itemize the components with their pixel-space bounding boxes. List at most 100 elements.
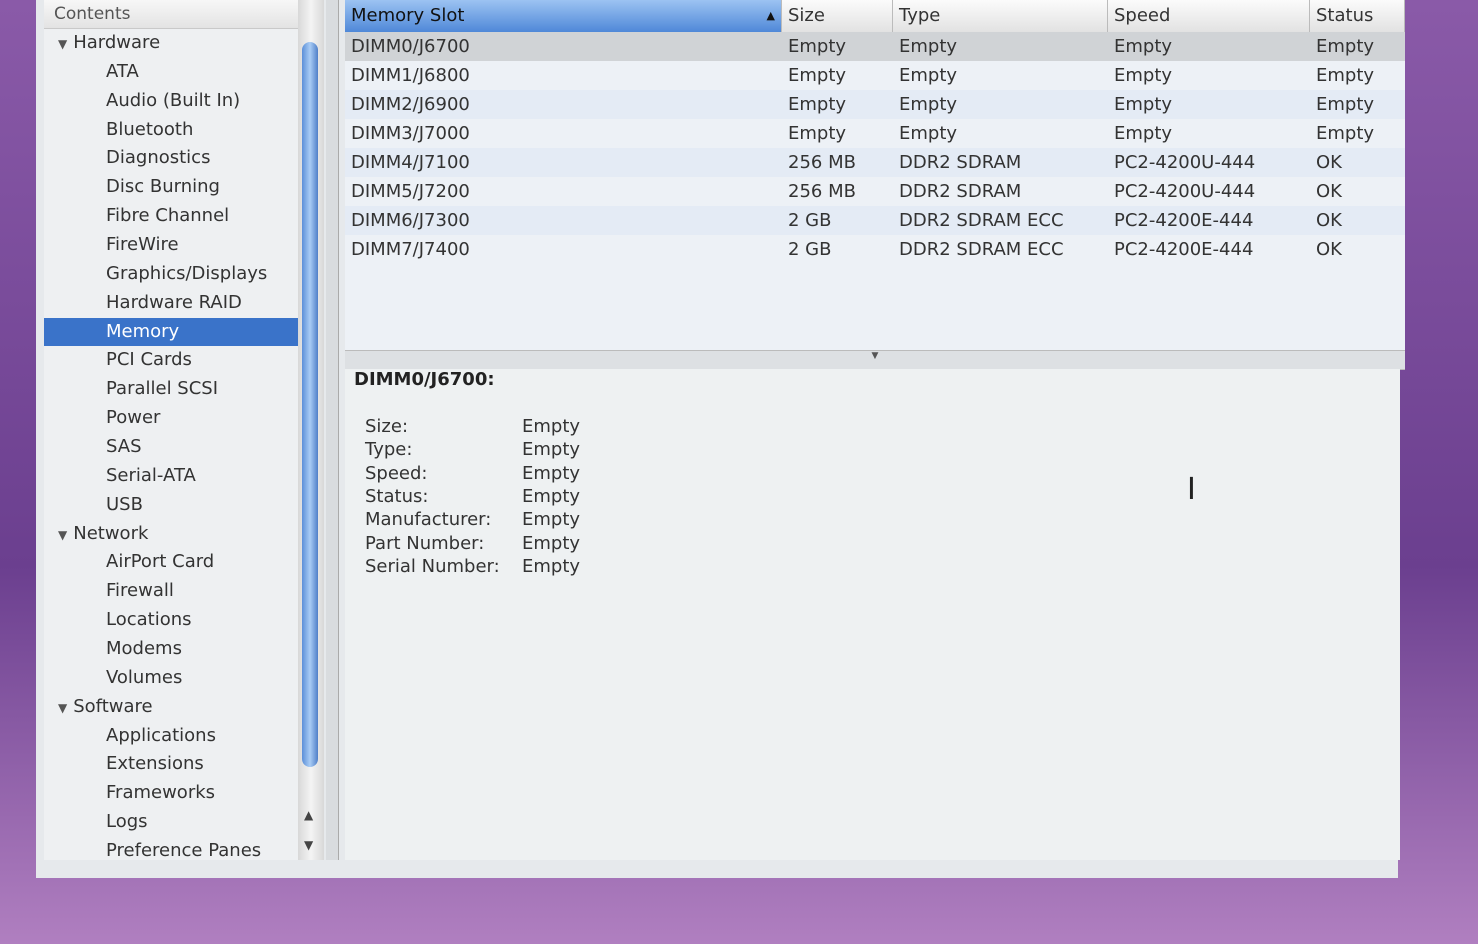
- detail-field-label: Speed:: [365, 462, 428, 484]
- system-profiler-window: Contents ▼ Hardware ATA Audio (Built In) Blu…: [36, 0, 1405, 878]
- table-cell: Empty: [788, 65, 847, 86]
- table-cell: DIMM6/J7300: [351, 210, 470, 231]
- sidebar-item-ata[interactable]: ATA: [44, 58, 298, 87]
- table-cell: PC2-4200U-444: [1114, 181, 1256, 202]
- table-cell: Empty: [1114, 94, 1173, 115]
- sidebar-item-frameworks[interactable]: Frameworks: [44, 779, 298, 808]
- sidebar-item-label: ATA: [106, 60, 139, 82]
- detail-field: Size: Empty: [365, 416, 580, 439]
- sidebar-item-preference-panes[interactable]: Preference Panes: [44, 837, 298, 860]
- sidebar-item-software[interactable]: ▼ Software: [44, 693, 298, 722]
- sidebar-item-power[interactable]: Power: [44, 404, 298, 433]
- sidebar-item-label: Diagnostics: [106, 147, 211, 169]
- table-cell: OK: [1316, 239, 1342, 260]
- disclosure-triangle-icon[interactable]: ▼: [58, 30, 67, 59]
- sidebar-item-volumes[interactable]: Volumes: [44, 664, 298, 693]
- sidebar-item-label: USB: [106, 493, 143, 515]
- sidebar-item-label: Serial-ATA: [106, 464, 196, 486]
- sidebar-item-disc-burning[interactable]: Disc Burning: [44, 173, 298, 202]
- sidebar-item-firewall[interactable]: Firewall: [44, 577, 298, 606]
- sidebar-item-memory[interactable]: Memory: [44, 317, 298, 347]
- sidebar-item-pci-cards[interactable]: PCI Cards: [44, 346, 298, 375]
- table-row[interactable]: DIMM4/J7100 256 MB DDR2 SDRAM PC2-4200U-444…: [345, 148, 1405, 177]
- table-cell: Empty: [1114, 65, 1173, 86]
- sidebar-item-locations[interactable]: Locations: [44, 606, 298, 635]
- sidebar-item-audio-built-in-[interactable]: Audio (Built In): [44, 87, 298, 116]
- table-row[interactable]: DIMM2/J6900 Empty Empty Empty Empty: [345, 90, 1405, 119]
- detail-field: Manufacturer: Empty: [365, 509, 580, 532]
- detail-field-label: Status:: [365, 485, 429, 507]
- sidebar-item-hardware[interactable]: ▼ Hardware: [44, 29, 298, 58]
- column-header-speed[interactable]: Speed: [1108, 0, 1310, 32]
- sidebar-item-label: Volumes: [106, 666, 183, 688]
- sidebar-item-hardware-raid[interactable]: Hardware RAID: [44, 289, 298, 318]
- column-header-status[interactable]: Status: [1310, 0, 1405, 32]
- detail-title: DIMM0/J6700:: [354, 369, 495, 390]
- sidebar-item-label: SAS: [106, 436, 142, 458]
- sidebar-item-graphics-displays[interactable]: Graphics/Displays: [44, 260, 298, 289]
- table-cell: 256 MB: [788, 152, 856, 173]
- horizontal-splitter[interactable]: ▼: [345, 350, 1405, 370]
- sidebar-item-network[interactable]: ▼ Network: [44, 520, 298, 549]
- memory-table: Memory Slot ▲ Size Type Speed Status DIMM0/J6…: [345, 0, 1405, 350]
- sidebar-item-label: Disc Burning: [106, 176, 220, 198]
- scrollbar-thumb[interactable]: [302, 42, 318, 767]
- table-row[interactable]: DIMM7/J7400 2 GB DDR2 SDRAM ECC PC2-4200E-4…: [345, 235, 1405, 264]
- disclosure-triangle-icon[interactable]: ▼: [58, 521, 67, 550]
- sidebar-item-usb[interactable]: USB: [44, 491, 298, 520]
- table-cell: DDR2 SDRAM ECC: [899, 239, 1064, 260]
- column-header-label: Type: [899, 5, 941, 26]
- sidebar-item-logs[interactable]: Logs: [44, 808, 298, 837]
- sidebar-item-extensions[interactable]: Extensions: [44, 750, 298, 779]
- scroll-up-arrow-icon[interactable]: ▲: [304, 808, 313, 822]
- sidebar-item-parallel-scsi[interactable]: Parallel SCSI: [44, 375, 298, 404]
- table-row[interactable]: DIMM5/J7200 256 MB DDR2 SDRAM PC2-4200U-444…: [345, 177, 1405, 206]
- sidebar-item-firewire[interactable]: FireWire: [44, 231, 298, 260]
- sidebar-item-airport-card[interactable]: AirPort Card: [44, 548, 298, 577]
- disclosure-triangle-icon[interactable]: ▼: [58, 694, 67, 723]
- sidebar-item-diagnostics[interactable]: Diagnostics: [44, 144, 298, 173]
- table-row[interactable]: DIMM0/J6700 Empty Empty Empty Empty: [345, 32, 1405, 61]
- sidebar-item-sas[interactable]: SAS: [44, 433, 298, 462]
- table-cell: Empty: [1114, 123, 1173, 144]
- table-row[interactable]: DIMM1/J6800 Empty Empty Empty Empty: [345, 61, 1405, 90]
- contents-sidebar: Contents ▼ Hardware ATA Audio (Built In) Blu…: [44, 0, 298, 860]
- table-cell: DIMM0/J6700: [351, 36, 470, 57]
- table-cell: PC2-4200E-444: [1114, 210, 1254, 231]
- table-cell: Empty: [1316, 94, 1375, 115]
- detail-field-label: Manufacturer:: [365, 509, 492, 531]
- sidebar-item-bluetooth[interactable]: Bluetooth: [44, 116, 298, 145]
- sidebar-item-fibre-channel[interactable]: Fibre Channel: [44, 202, 298, 231]
- table-row[interactable]: DIMM6/J7300 2 GB DDR2 SDRAM ECC PC2-4200E-4…: [345, 206, 1405, 235]
- sidebar-item-label: Bluetooth: [106, 118, 194, 140]
- table-cell: DDR2 SDRAM: [899, 152, 1022, 173]
- sidebar-item-label: PCI Cards: [106, 349, 192, 371]
- table-cell: OK: [1316, 152, 1342, 173]
- detail-field-label: Type:: [365, 439, 413, 461]
- sort-ascending-icon: ▲: [766, 9, 775, 22]
- detail-pane: DIMM0/J6700: Size: Empty Type: Empty Speed: E…: [345, 369, 1400, 860]
- table-cell: 2 GB: [788, 239, 832, 260]
- table-cell: OK: [1316, 210, 1342, 231]
- detail-field-label: Serial Number:: [365, 555, 500, 577]
- vertical-splitter[interactable]: [326, 0, 339, 860]
- sidebar-scrollbar[interactable]: ▲ ▼: [298, 0, 324, 860]
- sidebar-item-label: Frameworks: [106, 782, 216, 804]
- column-header-size[interactable]: Size: [782, 0, 893, 32]
- contents-header: Contents: [44, 0, 298, 29]
- column-header-label: Memory Slot: [351, 5, 465, 26]
- sidebar-item-modems[interactable]: Modems: [44, 635, 298, 664]
- table-cell: Empty: [1114, 36, 1173, 57]
- table-cell: DIMM4/J7100: [351, 152, 470, 173]
- scroll-down-arrow-icon[interactable]: ▼: [304, 838, 313, 852]
- column-header-type[interactable]: Type: [893, 0, 1108, 32]
- detail-field-value: Empty: [522, 555, 581, 577]
- sidebar-item-applications[interactable]: Applications: [44, 722, 298, 751]
- splitter-handle-icon: ▼: [871, 351, 879, 361]
- sidebar-item-label: Parallel SCSI: [106, 378, 219, 400]
- column-header-memory-slot[interactable]: Memory Slot ▲: [345, 0, 782, 32]
- table-row[interactable]: DIMM3/J7000 Empty Empty Empty Empty: [345, 119, 1405, 148]
- sidebar-item-serial-ata[interactable]: Serial-ATA: [44, 462, 298, 491]
- sidebar-item-label: Firewall: [106, 580, 174, 602]
- table-cell: DIMM5/J7200: [351, 181, 470, 202]
